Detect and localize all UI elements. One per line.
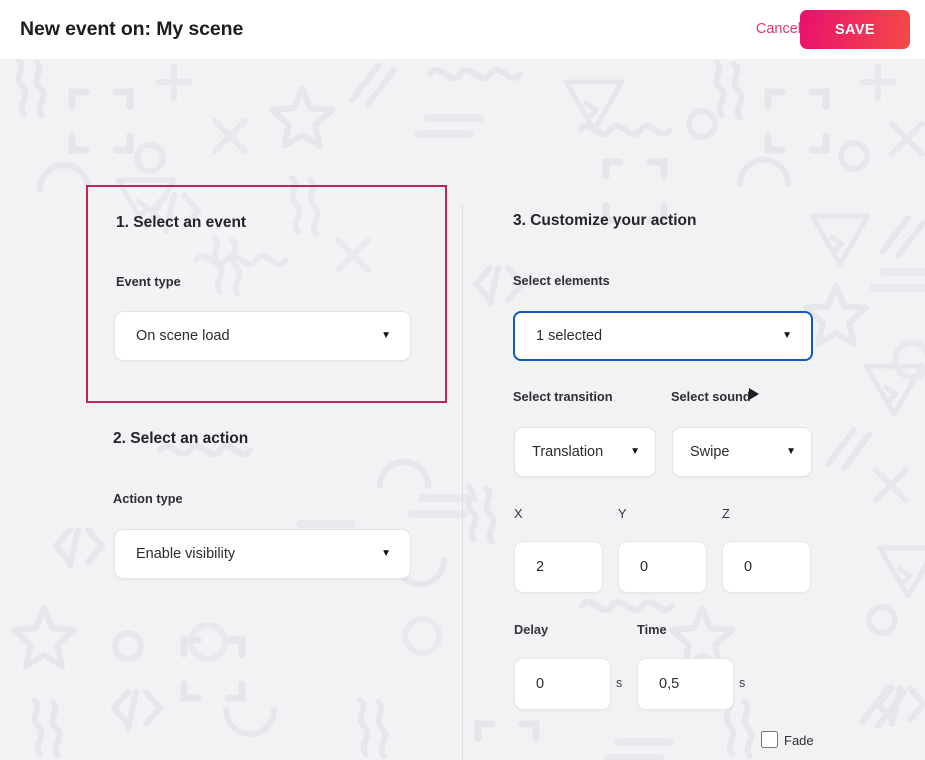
- z-value-input[interactable]: [722, 541, 811, 593]
- chevron-down-icon: ▼: [381, 330, 391, 341]
- time-unit: s: [739, 676, 746, 690]
- dialog-body: 1. Select an event Event type On scene l…: [0, 59, 925, 760]
- section-title-select-action: 2. Select an action: [113, 430, 249, 447]
- action-type-dropdown[interactable]: Enable visibility ▼: [114, 529, 411, 579]
- chevron-down-icon: ▼: [786, 446, 796, 457]
- sound-value: Swipe: [690, 444, 730, 460]
- new-event-dialog: New event on: My scene Cancel SAVE 1. Se…: [0, 0, 925, 760]
- delay-input[interactable]: [514, 658, 611, 710]
- y-value-input[interactable]: [618, 541, 707, 593]
- chevron-down-icon: ▼: [782, 330, 792, 341]
- select-elements-value: 1 selected: [536, 328, 603, 344]
- dialog-header: New event on: My scene Cancel SAVE: [0, 0, 925, 59]
- event-type-label: Event type: [116, 274, 181, 289]
- save-button[interactable]: SAVE: [800, 10, 910, 49]
- event-type-value: On scene load: [136, 328, 230, 344]
- chevron-down-icon: ▼: [381, 548, 391, 559]
- y-axis-label: Y: [618, 506, 627, 521]
- sound-dropdown[interactable]: Swipe ▼: [672, 427, 812, 477]
- transition-value: Translation: [532, 444, 604, 460]
- time-label: Time: [637, 622, 667, 637]
- section-title-customize-action: 3. Customize your action: [513, 212, 697, 229]
- fade-checkbox[interactable]: [761, 731, 778, 748]
- delay-label: Delay: [514, 622, 549, 637]
- select-sound-label: Select sound: [671, 389, 751, 404]
- transition-dropdown[interactable]: Translation ▼: [514, 427, 656, 477]
- delay-unit: s: [616, 676, 623, 690]
- z-axis-label: Z: [722, 506, 730, 521]
- select-transition-label: Select transition: [513, 389, 613, 404]
- x-axis-label: X: [514, 506, 523, 521]
- time-input[interactable]: [637, 658, 734, 710]
- select-elements-label: Select elements: [513, 273, 610, 288]
- select-event-panel: 1. Select an event Event type: [86, 185, 447, 403]
- event-type-dropdown[interactable]: On scene load ▼: [114, 311, 411, 361]
- column-divider: [462, 205, 463, 760]
- action-type-value: Enable visibility: [136, 546, 236, 562]
- chevron-down-icon: ▼: [630, 446, 640, 457]
- cancel-button[interactable]: Cancel: [756, 21, 801, 37]
- action-type-label: Action type: [113, 491, 183, 506]
- x-value-input[interactable]: [514, 541, 603, 593]
- page-title: New event on: My scene: [20, 18, 244, 40]
- play-icon[interactable]: [749, 388, 759, 400]
- fade-label[interactable]: Fade: [784, 733, 814, 748]
- section-title-select-event: 1. Select an event: [116, 214, 247, 231]
- select-elements-dropdown[interactable]: 1 selected ▼: [513, 311, 813, 361]
